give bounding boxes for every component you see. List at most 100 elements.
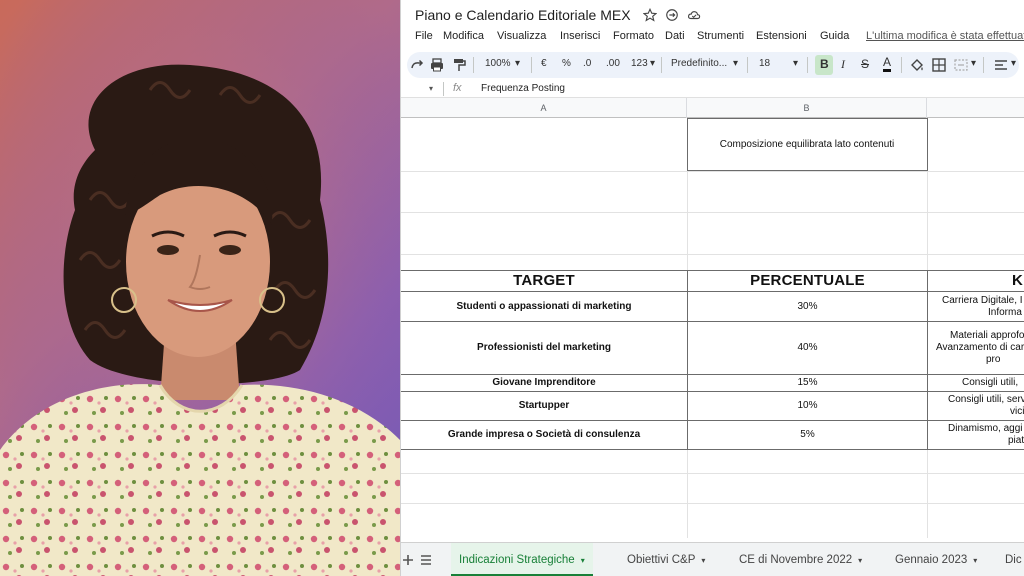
- tab-gennaio-2023[interactable]: Gennaio 2023 ▾: [887, 543, 985, 576]
- header-percentuale[interactable]: PERCENTUALE: [688, 271, 927, 291]
- tab-ce-novembre-2022[interactable]: CE di Novembre 2022 ▾: [731, 543, 870, 576]
- tab-caret[interactable]: ▾: [701, 556, 705, 565]
- header-keyword[interactable]: KE: [928, 271, 1024, 291]
- tab-label: Dic: [1005, 554, 1022, 566]
- strikethrough-button[interactable]: S: [861, 57, 869, 71]
- tab-caret[interactable]: ▾: [973, 556, 977, 565]
- star-icon[interactable]: [643, 8, 657, 22]
- tab-indicazioni-strategiche[interactable]: Indicazioni Strategiche ▾: [451, 543, 593, 576]
- tab-dic[interactable]: Dic: [997, 543, 1024, 576]
- toolbar: 100% ▾ € % .0 .00 123 ▾ Predefinito... ▾…: [407, 52, 1019, 78]
- all-sheets-icon[interactable]: [419, 553, 433, 567]
- bold-button[interactable]: B: [820, 57, 829, 71]
- toolbar-separator: [747, 57, 748, 73]
- menu-formato[interactable]: Formato: [613, 30, 654, 42]
- font-select[interactable]: Predefinito...: [671, 58, 727, 69]
- table-row-target[interactable]: Giovane Imprenditore: [401, 375, 687, 391]
- merge-caret[interactable]: ▾: [971, 58, 976, 69]
- column-header-a[interactable]: A: [401, 98, 687, 118]
- tab-label: CE di Novembre 2022: [739, 554, 853, 566]
- align-caret[interactable]: ▾: [1011, 58, 1016, 69]
- menu-strumenti[interactable]: Strumenti: [697, 30, 744, 42]
- zoom-caret[interactable]: ▾: [515, 58, 520, 69]
- menu-guida[interactable]: Guida: [820, 30, 849, 42]
- menu-modifica[interactable]: Modifica: [443, 30, 484, 42]
- number-format-button[interactable]: 123: [631, 58, 648, 69]
- percent-button[interactable]: %: [562, 58, 571, 69]
- table-row-percent[interactable]: 15%: [688, 375, 927, 391]
- merge-cells-icon[interactable]: [953, 57, 969, 73]
- move-to-drive-icon[interactable]: [665, 8, 679, 22]
- header-target[interactable]: TARGET: [401, 271, 687, 291]
- font-caret[interactable]: ▾: [733, 58, 738, 69]
- toolbar-separator: [661, 57, 662, 73]
- tab-obiettivi-cp[interactable]: Obiettivi C&P ▾: [619, 543, 713, 576]
- keyword-line: Carriera Digitale, I: [942, 294, 1023, 306]
- text-color-button[interactable]: A: [883, 55, 892, 72]
- keyword-line: Materiali approfo: [950, 330, 1024, 341]
- name-box-caret[interactable]: ▾: [429, 84, 433, 93]
- number-format-caret[interactable]: ▾: [650, 58, 655, 69]
- font-size-select[interactable]: 18: [759, 58, 770, 69]
- keyword-line: piat: [1008, 435, 1024, 446]
- menu-estensioni[interactable]: Estensioni: [756, 30, 807, 42]
- table-row-keyword[interactable]: Consigli utili,: [928, 375, 1024, 391]
- table-row-target[interactable]: Grande impresa o Società di consulenza: [401, 421, 687, 449]
- font-size-caret[interactable]: ▾: [793, 58, 798, 69]
- document-title[interactable]: Piano e Calendario Editoriale MEX: [415, 7, 631, 23]
- increase-decimals-button[interactable]: .00: [606, 58, 620, 69]
- table-row-percent[interactable]: 30%: [688, 292, 927, 321]
- table-row-keyword[interactable]: Dinamismo, aggi piat: [928, 421, 1024, 449]
- summary-cell[interactable]: Composizione equilibrata lato contenuti: [687, 118, 927, 171]
- keyword-line: Avanzamento di car: [936, 342, 1024, 353]
- menu-inserisci[interactable]: Inserisci: [560, 30, 600, 42]
- tab-caret[interactable]: ▾: [581, 556, 585, 565]
- tab-caret[interactable]: ▾: [858, 556, 862, 565]
- borders-icon[interactable]: [931, 57, 947, 73]
- last-edit-link[interactable]: L'ultima modifica è stata effettuata: [866, 30, 1024, 42]
- keyword-line: vici: [1010, 406, 1024, 417]
- keyword-line: Informa: [988, 306, 1022, 318]
- zoom-select[interactable]: 100%: [485, 58, 511, 69]
- align-icon[interactable]: [993, 57, 1009, 73]
- grid-line: [401, 171, 1024, 172]
- menu-file[interactable]: File: [415, 30, 433, 42]
- toolbar-separator: [531, 57, 532, 73]
- table-row-keyword[interactable]: Carriera Digitale, I Informa: [928, 292, 1024, 321]
- grid-line: [401, 473, 1024, 474]
- currency-button[interactable]: €: [541, 58, 547, 69]
- table-row-target[interactable]: Studenti o appassionati di marketing: [401, 292, 687, 321]
- table-row-target[interactable]: Professionisti del marketing: [401, 322, 687, 374]
- keyword-line: Dinamismo, aggi: [948, 423, 1023, 434]
- toolbar-separator: [473, 57, 474, 73]
- table-row-percent[interactable]: 10%: [688, 392, 927, 420]
- toolbar-separator: [807, 57, 808, 73]
- column-header-b[interactable]: B: [687, 98, 927, 118]
- italic-button[interactable]: I: [841, 57, 845, 72]
- table-row-percent[interactable]: 5%: [688, 421, 927, 449]
- table-row-percent[interactable]: 40%: [688, 322, 927, 374]
- add-sheet-icon[interactable]: [401, 553, 415, 567]
- menu-bar: File Modifica Visualizza Inserisci Forma…: [401, 28, 1024, 48]
- presenter-illustration: [0, 0, 400, 576]
- paint-format-icon[interactable]: [451, 57, 467, 73]
- menu-visualizza[interactable]: Visualizza: [497, 30, 546, 42]
- spreadsheet-window: Piano e Calendario Editoriale MEX File M…: [400, 0, 1024, 576]
- table-row-target[interactable]: Startupper: [401, 392, 687, 420]
- decrease-decimals-button[interactable]: .0: [583, 58, 591, 69]
- fill-color-icon[interactable]: [909, 57, 925, 73]
- grid-line: [401, 212, 1024, 213]
- redo-icon[interactable]: [409, 57, 425, 73]
- toolbar-separator: [983, 57, 984, 73]
- formula-input[interactable]: Frequenza Posting: [481, 83, 565, 94]
- cloud-status-icon[interactable]: [687, 8, 701, 22]
- table-row-keyword[interactable]: Consigli utili, serv vici: [928, 392, 1024, 420]
- menu-dati[interactable]: Dati: [665, 30, 685, 42]
- cell-grid[interactable]: Composizione equilibrata lato contenuti …: [401, 118, 1024, 538]
- print-icon[interactable]: [429, 57, 445, 73]
- table-row-keyword[interactable]: Materiali approfo Avanzamento di car pro: [928, 322, 1024, 374]
- presenter-photo: [0, 0, 400, 576]
- keyword-line: pro: [986, 354, 1001, 365]
- column-header-c[interactable]: [927, 98, 1024, 118]
- fx-icon: fx: [453, 82, 462, 94]
